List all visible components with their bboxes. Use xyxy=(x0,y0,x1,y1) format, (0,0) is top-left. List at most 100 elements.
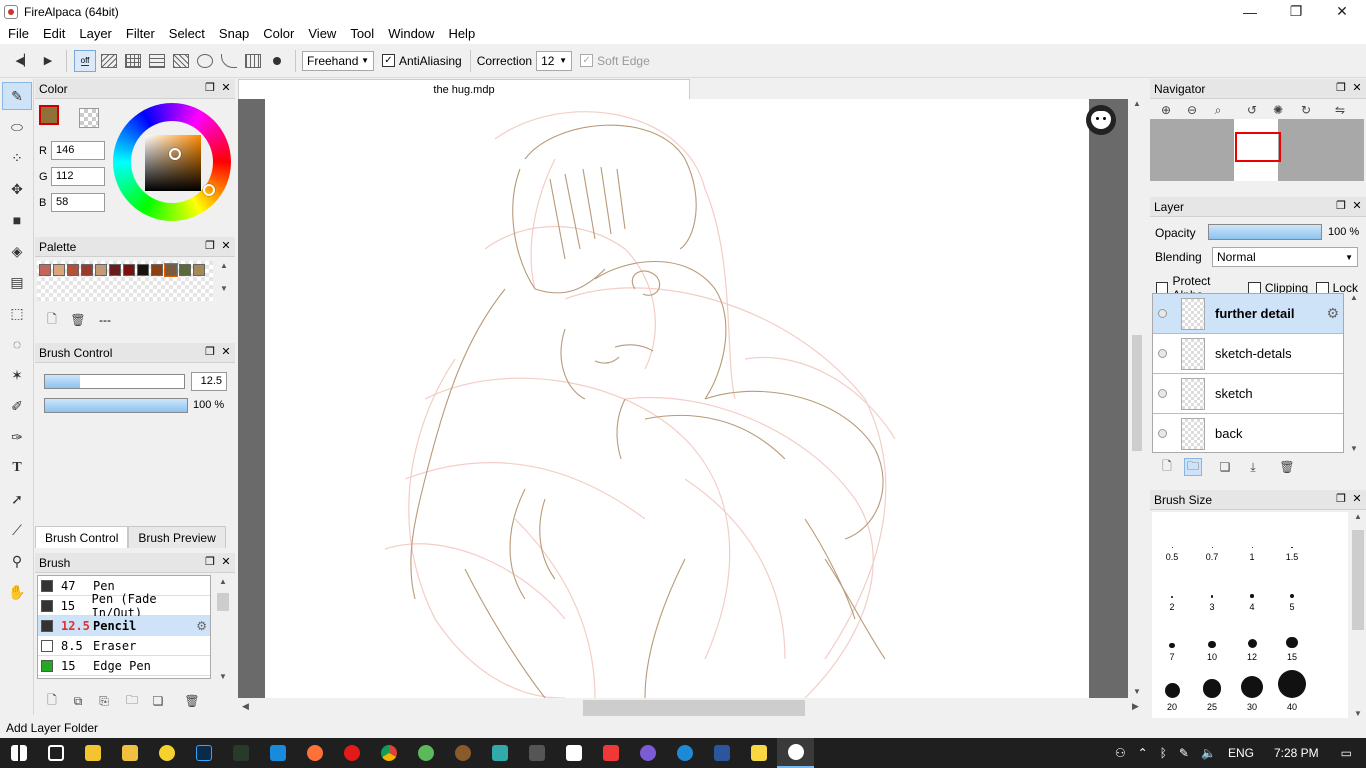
scroll-left-icon[interactable]: ◀ xyxy=(242,701,249,712)
chevron-up-icon[interactable]: ⌃ xyxy=(1132,746,1154,760)
delete-palette-icon[interactable]: 🗑 xyxy=(69,311,87,329)
brush-folder-icon[interactable]: 🗀 xyxy=(123,692,141,710)
menu-select[interactable]: Select xyxy=(162,23,212,44)
duplicate-brush-icon[interactable]: ❏ xyxy=(149,692,167,710)
navigator-viewport[interactable] xyxy=(1235,132,1281,162)
add-layer-folder-icon[interactable]: 🗀 xyxy=(1184,458,1202,476)
brush-item[interactable]: 8.5 Eraser xyxy=(38,636,210,656)
saturation-value-box[interactable] xyxy=(145,135,201,191)
layer-visibility-icon[interactable] xyxy=(1153,309,1171,318)
minimize-button[interactable]: — xyxy=(1227,0,1273,23)
app-icon-chat[interactable] xyxy=(555,738,592,768)
rotate-reset-icon[interactable]: ✺ xyxy=(1268,103,1288,119)
flip-horizontal-icon[interactable]: ⇋ xyxy=(1330,103,1350,119)
hue-marker[interactable] xyxy=(203,184,215,196)
bucket-tool-icon[interactable]: ◈ xyxy=(2,237,32,265)
tab-brush-preview[interactable]: Brush Preview xyxy=(128,526,226,548)
zoom-out-icon[interactable]: ⊖ xyxy=(1182,103,1202,119)
undock-icon[interactable]: ❐ xyxy=(1334,199,1348,212)
navigator-preview[interactable] xyxy=(1150,119,1364,181)
new-palette-icon[interactable]: 🗋 xyxy=(43,311,61,329)
brush-item[interactable]: 50AirBrush xyxy=(38,676,210,678)
select-tool-icon[interactable]: ⬚ xyxy=(2,299,32,327)
brush-size-scrollbar[interactable]: ▲ ▼ xyxy=(1350,512,1366,718)
start-button[interactable] xyxy=(0,738,37,768)
palette-scrollbar[interactable]: ▲ ▼ xyxy=(217,261,231,301)
layer-row[interactable]: further detail ⚙ xyxy=(1153,294,1343,334)
pen-icon[interactable]: ✎ xyxy=(1173,746,1195,760)
script-brush-icon[interactable]: ⎘ xyxy=(95,692,113,710)
menu-help[interactable]: Help xyxy=(441,23,482,44)
app-icon-music[interactable] xyxy=(481,738,518,768)
layer-visibility-icon[interactable] xyxy=(1153,429,1171,438)
text-tool-icon[interactable]: T xyxy=(2,454,32,482)
snap-diagonal-icon[interactable] xyxy=(170,50,192,72)
eraser-tool-icon[interactable]: ⬭ xyxy=(2,113,32,141)
task-view-icon[interactable] xyxy=(37,738,74,768)
brush-size-option[interactable]: 5 xyxy=(1272,562,1312,612)
app-icon-green[interactable] xyxy=(222,738,259,768)
canvas-vscroll-thumb[interactable] xyxy=(1132,335,1142,451)
magic-wand-tool-icon[interactable]: ✶ xyxy=(2,361,32,389)
bluetooth-icon[interactable]: ᛒ xyxy=(1154,746,1173,760)
menu-window[interactable]: Window xyxy=(381,23,441,44)
palette-swatch[interactable] xyxy=(67,264,79,276)
brush-size-option[interactable]: 0.5 xyxy=(1152,512,1192,562)
menu-layer[interactable]: Layer xyxy=(72,23,119,44)
new-brush-icon[interactable]: 🗋 xyxy=(43,692,61,710)
select-pen-tool-icon[interactable]: ✐ xyxy=(2,392,32,420)
brush-size-option[interactable]: 30 xyxy=(1232,662,1272,712)
correction-select[interactable]: 12 ▼ xyxy=(536,50,573,71)
layer-list-scrollbar[interactable]: ▲ ▼ xyxy=(1346,293,1362,453)
chrome-icon[interactable] xyxy=(370,738,407,768)
green-input[interactable]: 112 xyxy=(51,167,105,186)
scroll-down-icon[interactable]: ▼ xyxy=(217,284,231,293)
store-icon[interactable] xyxy=(74,738,111,768)
layer-row[interactable]: back xyxy=(1153,414,1343,452)
menu-tool[interactable]: Tool xyxy=(343,23,381,44)
user-avatar[interactable] xyxy=(1086,105,1116,135)
previous-frame-icon[interactable]: ◀▏ xyxy=(12,49,36,73)
brush-size-option[interactable]: 2 xyxy=(1152,562,1192,612)
duplicate-layer-icon[interactable]: ❏ xyxy=(1216,458,1234,476)
gradient-tool-icon[interactable]: ▤ xyxy=(2,268,32,296)
move-tool-icon[interactable]: ✥ xyxy=(2,175,32,203)
close-icon[interactable]: ✕ xyxy=(1350,199,1364,212)
snap-point-icon[interactable] xyxy=(266,50,288,72)
brave-icon[interactable] xyxy=(629,738,666,768)
palette-swatch[interactable] xyxy=(109,264,121,276)
app-icon-blue[interactable] xyxy=(259,738,296,768)
edge-icon[interactable] xyxy=(666,738,703,768)
menu-edit[interactable]: Edit xyxy=(36,23,72,44)
sticky-notes-icon[interactable] xyxy=(740,738,777,768)
brush-size-option[interactable]: 4 xyxy=(1232,562,1272,612)
hue-wheel[interactable] xyxy=(113,103,231,221)
close-icon[interactable]: ✕ xyxy=(219,81,233,94)
menu-file[interactable]: File xyxy=(1,23,36,44)
opera-icon[interactable] xyxy=(333,738,370,768)
delete-brush-icon[interactable]: 🗑 xyxy=(183,692,201,710)
snap-horizontal-icon[interactable] xyxy=(146,50,168,72)
red-input[interactable]: 146 xyxy=(51,141,105,160)
canvas-vertical-scrollbar[interactable]: ▲ ▼ xyxy=(1128,99,1146,698)
menu-color[interactable]: Color xyxy=(256,23,301,44)
app-icon-globe[interactable] xyxy=(407,738,444,768)
firefox-icon[interactable] xyxy=(296,738,333,768)
lasso-tool-icon[interactable]: ◌ xyxy=(2,330,32,358)
stroke-mode-select[interactable]: Freehand ▼ xyxy=(302,50,374,71)
new-layer-icon[interactable]: 🗋 xyxy=(1158,458,1176,476)
hand-tool-icon[interactable]: ✋ xyxy=(2,578,32,606)
tab-brush-control[interactable]: Brush Control xyxy=(35,526,129,548)
operation-tool-icon[interactable]: ➚ xyxy=(2,485,32,513)
clock[interactable]: 7:28 PM xyxy=(1260,746,1333,760)
snap-off-button[interactable]: off xyxy=(74,49,96,72)
close-icon[interactable]: ✕ xyxy=(219,345,233,358)
notifications-icon[interactable]: ▭ xyxy=(1333,746,1366,760)
snap-parallel-icon[interactable] xyxy=(98,50,120,72)
brush-size-option[interactable]: 15 xyxy=(1272,612,1312,662)
brush-size-option[interactable]: 7 xyxy=(1152,612,1192,662)
divide-tool-icon[interactable]: ⟋ xyxy=(2,516,32,544)
transparent-color-swatch[interactable] xyxy=(79,108,99,128)
delete-layer-icon[interactable]: 🗑 xyxy=(1278,458,1296,476)
brush-opacity-slider[interactable] xyxy=(44,398,188,413)
